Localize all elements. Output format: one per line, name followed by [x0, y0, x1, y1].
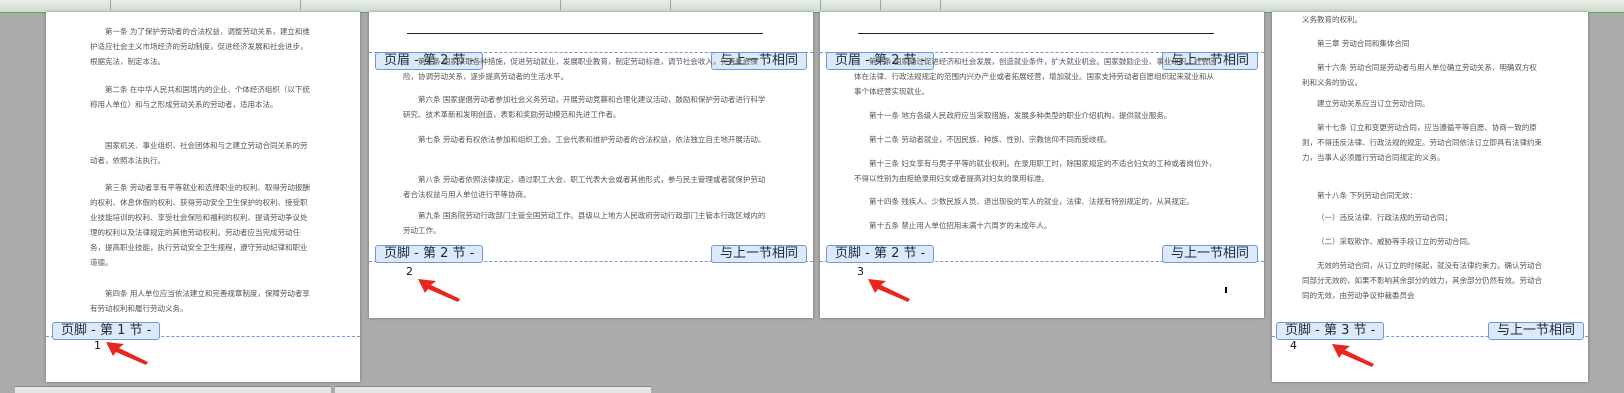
paragraph[interactable]: 第五条 国家采取各种措施，促进劳动就业，发展职业教育，制定劳动标准，调节社会收入…: [403, 54, 767, 84]
same-as-previous-tag[interactable]: 与上一节相同: [1487, 322, 1584, 340]
page-number[interactable]: 4: [1290, 339, 1297, 352]
footer-section-tag[interactable]: 页脚 - 第 2 节 -: [375, 245, 484, 263]
text-cursor: [1225, 287, 1227, 293]
document-page-3[interactable]: 页眉 - 第 2 节 - 与上一节相同 第十条 国家通过促进经济和社会发展，创造…: [820, 12, 1264, 318]
ribbon-separator: [940, 0, 941, 10]
footer-section-tag[interactable]: 页脚 - 第 1 节 -: [52, 322, 161, 340]
paragraph[interactable]: 第十二条 劳动者就业，不因民族、种族、性别、宗教信仰不同而受歧视。: [854, 132, 1218, 147]
paragraph[interactable]: 建立劳动关系应当订立劳动合同。: [1302, 96, 1542, 111]
red-arrow-icon: [418, 279, 460, 302]
same-as-previous-tag[interactable]: 与上一节相同: [1161, 245, 1258, 263]
paragraph[interactable]: 第十六条 劳动合同是劳动者与用人单位确立劳动关系、明确双方权利和义务的协议。: [1302, 60, 1542, 90]
paragraph[interactable]: 第四条 用人单位应当依法建立和完善规章制度，保障劳动者享有劳动权利和履行劳动义务…: [90, 286, 312, 316]
paragraph[interactable]: 义务教育的权利。: [1302, 12, 1542, 27]
ribbon-separator: [560, 0, 561, 10]
paragraph[interactable]: （二）采取欺诈、威胁等手段订立的劳动合同。: [1302, 234, 1542, 249]
paragraph[interactable]: （一）违反法律、行政法规的劳动合同；: [1302, 210, 1542, 225]
paragraph[interactable]: 第六条 国家提倡劳动者参加社会义务劳动，开展劳动竞赛和合理化建议活动，鼓励和保护…: [403, 92, 767, 122]
document-page-1[interactable]: 第一条 为了保护劳动者的合法权益，调整劳动关系，建立和维护适应社会主义市场经济的…: [46, 12, 360, 382]
paragraph[interactable]: 第十八条 下列劳动合同无效：: [1302, 188, 1542, 203]
paragraph[interactable]: 第三条 劳动者享有平等就业和选择职业的权利、取得劳动报酬的权利、休息休假的权利、…: [90, 180, 312, 270]
paragraph[interactable]: 国家机关、事业组织、社会团体和与之建立劳动合同关系的劳动者，依照本法执行。: [90, 138, 312, 168]
paragraph[interactable]: 第十条 国家通过促进经济和社会发展，创造就业条件，扩大就业机会。国家鼓励企业、事…: [854, 54, 1218, 99]
ribbon-separator: [880, 0, 881, 10]
red-arrow-icon: [868, 279, 910, 302]
paragraph[interactable]: 第二条 在中华人民共和国境内的企业、个体经济组织（以下统称用人单位）和与之形成劳…: [90, 82, 312, 112]
page-number[interactable]: 1: [94, 339, 101, 352]
footer-section-tag[interactable]: 页脚 - 第 2 节 -: [826, 245, 935, 263]
paragraph[interactable]: 无效的劳动合同，从订立的时候起，就没有法律约束力。确认劳动合同部分无效的，如果不…: [1302, 258, 1542, 303]
red-arrow-icon: [106, 342, 148, 365]
page-number[interactable]: 3: [857, 265, 864, 278]
footer-section-tag[interactable]: 页脚 - 第 3 节 -: [1276, 322, 1385, 340]
paragraph[interactable]: 第十五条 禁止用人单位招用未满十六周岁的未成年人。: [854, 218, 1218, 233]
paragraph[interactable]: 第十一条 地方各级人民政府应当采取措施，发展多种类型的职业介绍机构，提供就业服务…: [854, 108, 1218, 123]
document-page-2[interactable]: 页眉 - 第 2 节 - 与上一节相同 第五条 国家采取各种措施，促进劳动就业，…: [369, 12, 813, 318]
red-arrow-icon: [1332, 344, 1374, 367]
ribbon-separator: [300, 0, 301, 10]
paragraph[interactable]: 第七条 劳动者有权依法参加和组织工会。工会代表和维护劳动者的合法权益，依法独立自…: [403, 132, 767, 147]
paragraph[interactable]: 第三章 劳动合同和集体合同: [1302, 36, 1542, 51]
paragraph[interactable]: 第十三条 妇女享有与男子平等的就业权利。在录用职工时，除国家规定的不适合妇女的工…: [854, 156, 1218, 186]
page-number[interactable]: 2: [406, 265, 413, 278]
header-rule: [858, 33, 1214, 34]
paragraph[interactable]: 第十四条 残疾人、少数民族人员、退出现役的军人的就业，法律、法规有特别规定的，从…: [854, 194, 1218, 209]
header-rule: [407, 33, 763, 34]
ribbon-separator: [820, 0, 821, 10]
paragraph[interactable]: 第九条 国务院劳动行政部门主管全国劳动工作。县级以上地方人民政府劳动行政部门主管…: [403, 208, 767, 238]
same-as-previous-tag[interactable]: 与上一节相同: [710, 245, 807, 263]
paragraph[interactable]: 第十七条 订立和变更劳动合同，应当遵循平等自愿、协商一致的原则，不得违反法律、行…: [1302, 120, 1542, 165]
paragraph[interactable]: 第八条 劳动者依照法律规定，通过职工大会、职工代表大会或者其他形式，参与民主管理…: [403, 172, 767, 202]
ribbon-separator: [670, 0, 671, 10]
document-page-4[interactable]: 义务教育的权利。 第三章 劳动合同和集体合同 第十六条 劳动合同是劳动者与用人单…: [1272, 12, 1588, 382]
paragraph[interactable]: 第一条 为了保护劳动者的合法权益，调整劳动关系，建立和维护适应社会主义市场经济的…: [90, 24, 312, 69]
ribbon-separator: [110, 0, 111, 10]
